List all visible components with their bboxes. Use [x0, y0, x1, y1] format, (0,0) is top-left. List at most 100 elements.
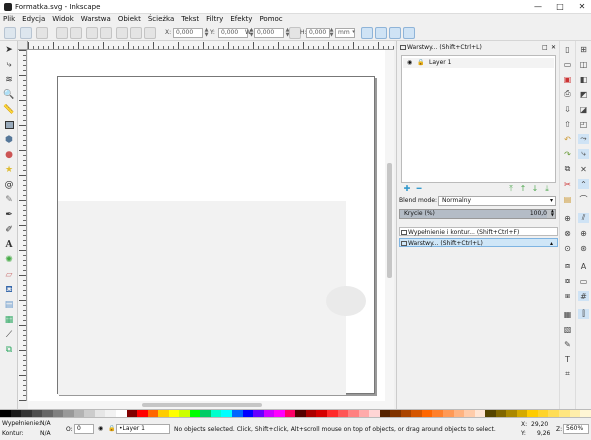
menu-plik[interactable]: Plik: [3, 14, 15, 25]
opacity-spinner[interactable]: ▲ ▼: [551, 209, 554, 217]
horizontal-scrollbar[interactable]: [28, 401, 394, 409]
snap-object-centers-icon[interactable]: ⊕: [578, 228, 589, 238]
palette-swatch[interactable]: [411, 410, 422, 417]
menu-obiekt[interactable]: Obiekt: [118, 14, 141, 25]
layer-row[interactable]: ◉ 🔒 Layer 1: [403, 58, 554, 68]
palette-swatch[interactable]: [432, 410, 443, 417]
print-icon[interactable]: ⎙: [562, 89, 573, 99]
palette-swatch[interactable]: [379, 410, 391, 417]
palette-swatch[interactable]: [200, 410, 211, 417]
palette-swatch[interactable]: [137, 410, 148, 417]
palette-swatch[interactable]: [221, 410, 233, 417]
pen-tool-icon[interactable]: ✒: [3, 209, 15, 221]
snap-bbox-icon[interactable]: ◫: [578, 59, 589, 69]
import-icon[interactable]: ⇩: [562, 104, 573, 114]
raise-icon[interactable]: [130, 27, 142, 39]
zoom-drawing-icon[interactable]: ⊗: [562, 228, 573, 238]
palette-swatch[interactable]: [189, 410, 201, 417]
add-layer-icon[interactable]: ✚: [403, 185, 411, 193]
palette-swatch[interactable]: [358, 410, 370, 417]
palette-swatch[interactable]: [348, 410, 359, 417]
group-icon[interactable]: ▦: [562, 309, 573, 319]
open-icon[interactable]: ▭: [562, 59, 573, 69]
palette-swatch[interactable]: [42, 410, 53, 417]
dropper-tool-icon[interactable]: ⟋: [3, 329, 15, 341]
rectangle-tool-icon[interactable]: [3, 119, 15, 131]
zoom-tool-icon[interactable]: 🔍: [3, 89, 15, 101]
opacity-slider[interactable]: Krycie (%) 100,0 ▲ ▼: [399, 209, 556, 219]
deselect-icon[interactable]: [36, 27, 48, 39]
lock-icon[interactable]: 🔒: [417, 58, 424, 68]
palette-swatch[interactable]: [179, 410, 190, 417]
palette-swatch[interactable]: [147, 410, 159, 417]
unlink-clone-icon[interactable]: ⧆: [562, 291, 573, 301]
eraser-tool-icon[interactable]: ▱: [3, 269, 15, 281]
palette-swatch[interactable]: [326, 410, 338, 417]
stroke-indicator[interactable]: N/A: [40, 430, 51, 437]
layer-lock-icon[interactable]: 🔒: [108, 425, 115, 432]
palette-swatch[interactable]: [242, 410, 254, 417]
move-patterns-toggle-icon[interactable]: [403, 27, 415, 39]
palette-swatch[interactable]: [558, 410, 570, 417]
palette-swatch[interactable]: [274, 410, 285, 417]
select-all-layers-icon[interactable]: [20, 27, 32, 39]
current-layer-select[interactable]: •Layer 1: [116, 424, 170, 434]
status-opacity-field[interactable]: 0: [74, 424, 94, 434]
h-spinner[interactable]: ▲ ▼: [329, 28, 334, 38]
palette-swatch[interactable]: [126, 410, 138, 417]
palette-swatch[interactable]: [442, 410, 454, 417]
layers-tab[interactable]: Warstwy... (Shift+Ctrl+L) ▴: [399, 238, 558, 247]
menu-warstwa[interactable]: Warstwa: [81, 14, 111, 25]
measure-tool-icon[interactable]: 📏: [3, 104, 15, 116]
palette-swatch[interactable]: [0, 410, 11, 417]
zoom-page-icon[interactable]: ⊙: [562, 243, 573, 253]
palette-swatch[interactable]: [73, 410, 85, 417]
h-field[interactable]: 0,000: [306, 28, 330, 38]
layer-to-bottom-icon[interactable]: ⤓: [543, 185, 551, 193]
new-document-icon[interactable]: ▯: [562, 44, 573, 54]
palette-swatch[interactable]: [506, 410, 517, 417]
tab-collapse-icon[interactable]: ▴: [550, 239, 553, 248]
layers-panel-header[interactable]: Warstwy... (Shift+Ctrl+L) □ ✕: [399, 43, 558, 52]
palette-swatch[interactable]: [52, 410, 64, 417]
menu-efekty[interactable]: Efekty: [230, 14, 252, 25]
palette-swatch[interactable]: [31, 410, 43, 417]
redo-icon[interactable]: ↷: [562, 149, 573, 159]
snap-rotation-centers-icon[interactable]: ⊛: [578, 243, 589, 253]
palette-swatch[interactable]: [400, 410, 412, 417]
palette-swatch[interactable]: [253, 410, 264, 417]
paste-icon[interactable]: ▤: [562, 194, 573, 204]
blend-mode-select[interactable]: Normalny ▾: [438, 196, 556, 206]
palette-swatch[interactable]: [421, 410, 433, 417]
box3d-tool-icon[interactable]: ⬢: [3, 134, 15, 146]
color-palette[interactable]: [0, 409, 591, 418]
node-tool-icon[interactable]: ⤷: [3, 59, 15, 71]
vertical-scroll-thumb[interactable]: [387, 163, 392, 278]
snap-bbox-edge-icon[interactable]: ◧: [578, 74, 589, 84]
text-tool-icon[interactable]: A: [3, 239, 15, 251]
snap-enable-icon[interactable]: ⊞: [578, 44, 589, 54]
x-spinner[interactable]: ▲ ▼: [204, 28, 209, 38]
maximize-button[interactable]: □: [555, 2, 565, 12]
palette-swatch[interactable]: [295, 410, 306, 417]
palette-swatch[interactable]: [453, 410, 465, 417]
palette-swatch[interactable]: [337, 410, 349, 417]
snap-paths-icon[interactable]: ⤷: [578, 149, 589, 159]
menu-pomoc[interactable]: Pomoc: [259, 14, 282, 25]
visibility-eye-icon[interactable]: ◉: [407, 58, 412, 68]
snap-cusp-nodes-icon[interactable]: ⌃: [578, 179, 589, 189]
clone-icon[interactable]: ⧇: [562, 276, 573, 286]
rotate-ccw-icon[interactable]: [56, 27, 68, 39]
raise-to-top-icon[interactable]: [116, 27, 128, 39]
palette-swatch[interactable]: [168, 410, 180, 417]
horizontal-ruler[interactable]: [28, 41, 394, 50]
remove-layer-icon[interactable]: ━: [415, 185, 423, 193]
vertical-ruler[interactable]: [18, 50, 27, 401]
zoom-field[interactable]: 560%: [563, 424, 589, 434]
lower-icon[interactable]: [144, 27, 156, 39]
snap-intersections-icon[interactable]: ✕: [578, 164, 589, 174]
palette-swatch[interactable]: [63, 410, 74, 417]
palette-swatch[interactable]: [485, 410, 496, 417]
connector-tool-icon[interactable]: ⧉: [3, 344, 15, 356]
zoom-selection-icon[interactable]: ⊕: [562, 213, 573, 223]
